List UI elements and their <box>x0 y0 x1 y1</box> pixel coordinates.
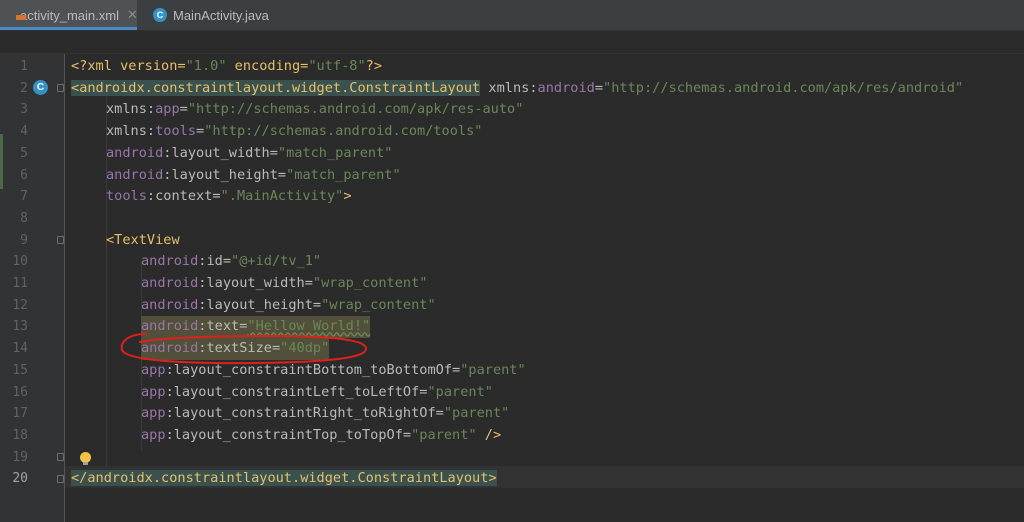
line-number: 11 <box>12 276 28 291</box>
code-line-11: android:layout_width="wrap_content" <box>141 275 428 291</box>
line-number: 4 <box>20 124 28 140</box>
code-line-15: app:layout_constraintBottom_toBottomOf="… <box>141 361 526 378</box>
line-number-gutter[interactable]: 1 2 3 4 5 6 7 8 9 10 11 12 13 14 15 16 1… <box>0 54 65 522</box>
code-line-5: android:layout_width="match_parent" <box>106 144 393 161</box>
line-number: 6 <box>20 167 28 183</box>
line-number: 19 <box>12 449 28 465</box>
code-line-17: app:layout_constraintRight_toRightOf="pa… <box>141 405 510 422</box>
code-line-13: android:text="Hellow World!" <box>141 316 371 339</box>
code-line-3: xmlns:app="http://schemas.android.com/ap… <box>106 101 524 118</box>
code-line-7: tools:context=".MainActivity"> <box>106 188 352 205</box>
line-number: 7 <box>20 189 28 205</box>
editor-tab-bar: activity_main.xml ✕ C MainActivity.java <box>0 0 1024 31</box>
class-gutter-icon[interactable]: C <box>33 80 48 95</box>
tab-activity-main-xml[interactable]: activity_main.xml ✕ <box>0 0 138 30</box>
fold-open-icon[interactable] <box>57 84 64 92</box>
tab-main-activity-java[interactable]: C MainActivity.java <box>147 0 282 30</box>
line-number: 13 <box>12 319 28 335</box>
code-line-2: <androidx.constraintlayout.widget.Constr… <box>71 79 964 96</box>
line-number: 10 <box>12 254 28 270</box>
line-number: 1 <box>20 59 28 74</box>
tab-label: MainActivity.java <box>173 7 269 23</box>
code-line-20: </androidx.constraintlayout.widget.Const… <box>71 470 497 487</box>
line-number: 17 <box>12 406 28 422</box>
fold-open-icon[interactable] <box>57 236 64 244</box>
code-line-6: android:layout_height="match_parent" <box>106 166 401 183</box>
tab-label: activity_main.xml <box>20 7 119 23</box>
close-tab-icon[interactable]: ✕ <box>127 7 138 23</box>
lightbulb-intention-icon[interactable] <box>80 452 91 465</box>
line-number: 18 <box>12 427 28 443</box>
code-line-16: app:layout_constraintLeft_toLeftOf="pare… <box>141 383 493 400</box>
line-number: 14 <box>12 341 28 357</box>
code-line-14: android:textSize="40dp" <box>141 338 330 360</box>
code-line-4: xmlns:tools="http://schemas.android.com/… <box>106 123 483 140</box>
code-editor[interactable]: <?xml version="1.0" encoding="utf-8"?> <… <box>65 54 1024 522</box>
line-number: 5 <box>20 145 28 161</box>
code-line-18: app:layout_constraintTop_toTopOf="parent… <box>141 426 502 443</box>
java-class-icon: C <box>153 8 167 22</box>
line-number: 3 <box>20 102 28 118</box>
fold-close-icon[interactable] <box>57 475 64 483</box>
code-line-1: <?xml version="1.0" encoding="utf-8"?> <box>71 58 383 74</box>
line-number: 2 <box>20 80 28 96</box>
editor-breadcrumb-strip <box>0 31 1024 54</box>
line-number: 15 <box>12 362 28 378</box>
line-number: 16 <box>12 384 28 400</box>
line-number: 20 <box>12 471 28 487</box>
code-line-9: <TextView <box>106 231 180 248</box>
line-number: 9 <box>20 232 28 248</box>
line-number: 12 <box>12 297 28 313</box>
line-number: 8 <box>20 210 28 226</box>
code-line-10: android:id="@+id/tv_1" <box>141 253 322 270</box>
fold-close-icon[interactable] <box>57 453 64 461</box>
code-line-12: android:layout_height="wrap_content" <box>141 296 436 313</box>
